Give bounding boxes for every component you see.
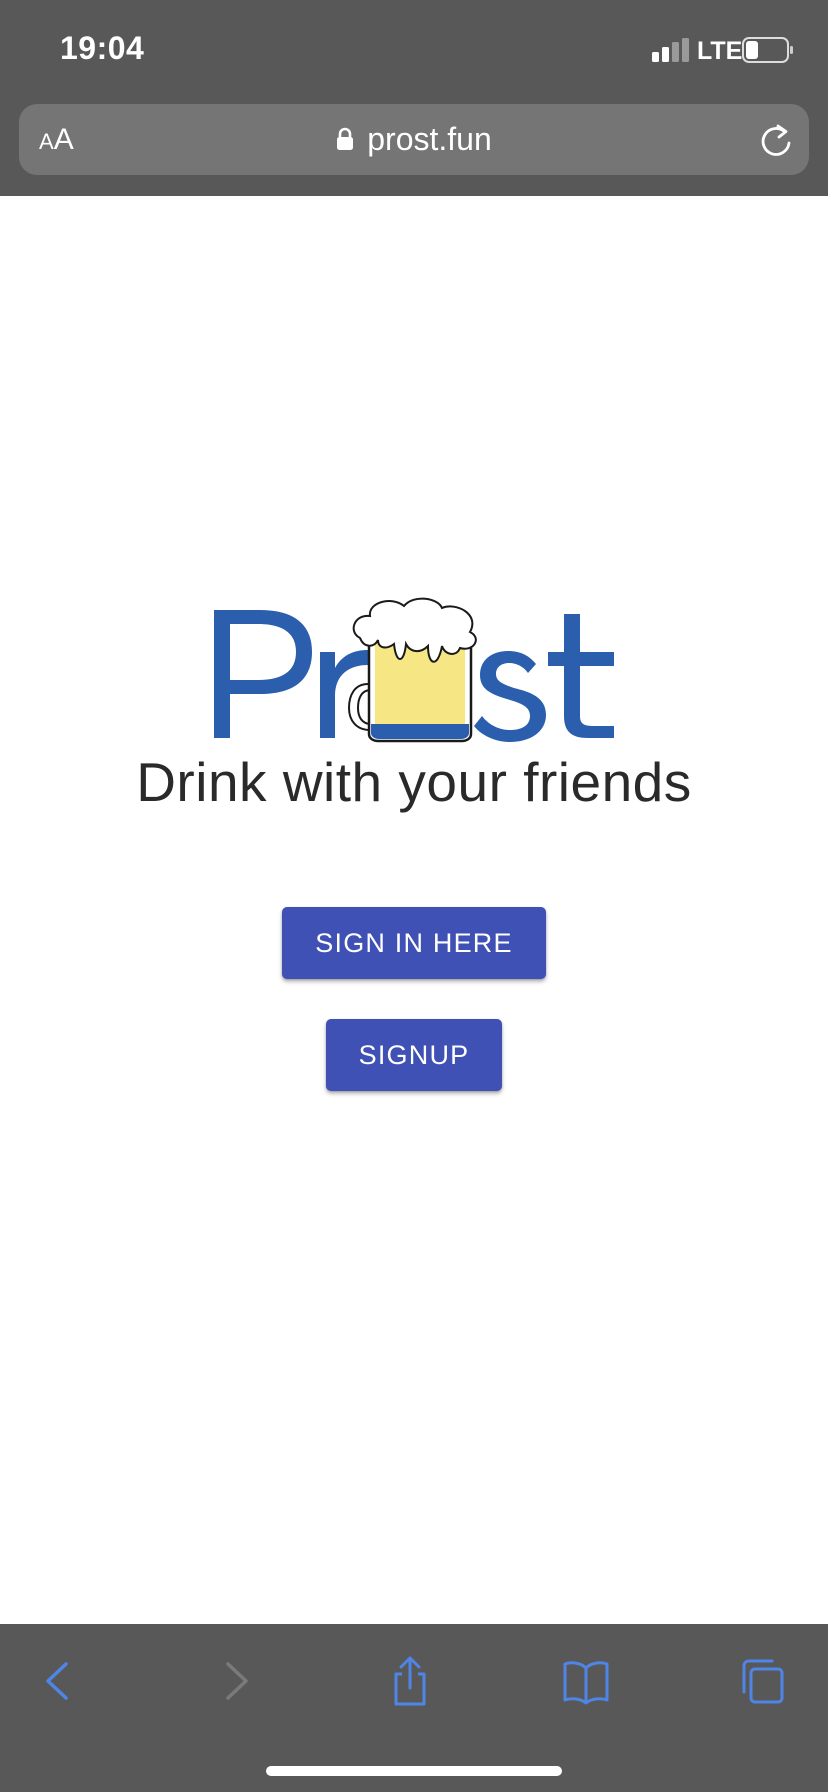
url-display[interactable]: prost.fun (19, 104, 809, 175)
browser-top-chrome: 19:04 LTE AA prost.fun (0, 0, 828, 196)
status-time: 19:04 (60, 30, 145, 66)
forward-icon[interactable] (212, 1656, 260, 1706)
lock-icon (337, 127, 354, 150)
status-bar: 19:04 LTE (0, 0, 828, 100)
share-icon[interactable] (386, 1656, 434, 1706)
browser-bottom-toolbar (0, 1624, 828, 1792)
reload-icon[interactable] (759, 122, 793, 158)
page-content: Drink with your friends SIGN IN HERE SIG… (0, 196, 828, 1624)
address-bar[interactable]: AA prost.fun (19, 104, 809, 175)
sign-in-button[interactable]: SIGN IN HERE (282, 907, 546, 979)
screen: 19:04 LTE AA prost.fun Drink with your f… (0, 0, 828, 1792)
tagline: Drink with your friends (136, 751, 692, 813)
back-icon[interactable] (34, 1656, 82, 1706)
prost-logo (214, 597, 614, 743)
signup-button[interactable]: SIGNUP (326, 1019, 502, 1091)
bookmarks-icon[interactable] (562, 1656, 610, 1706)
network-type: LTE (697, 37, 743, 65)
home-indicator[interactable] (266, 1766, 562, 1776)
url-text: prost.fun (367, 121, 492, 157)
tabs-icon[interactable] (738, 1656, 786, 1706)
battery-icon (742, 37, 793, 63)
signal-strength-icon (652, 38, 689, 62)
